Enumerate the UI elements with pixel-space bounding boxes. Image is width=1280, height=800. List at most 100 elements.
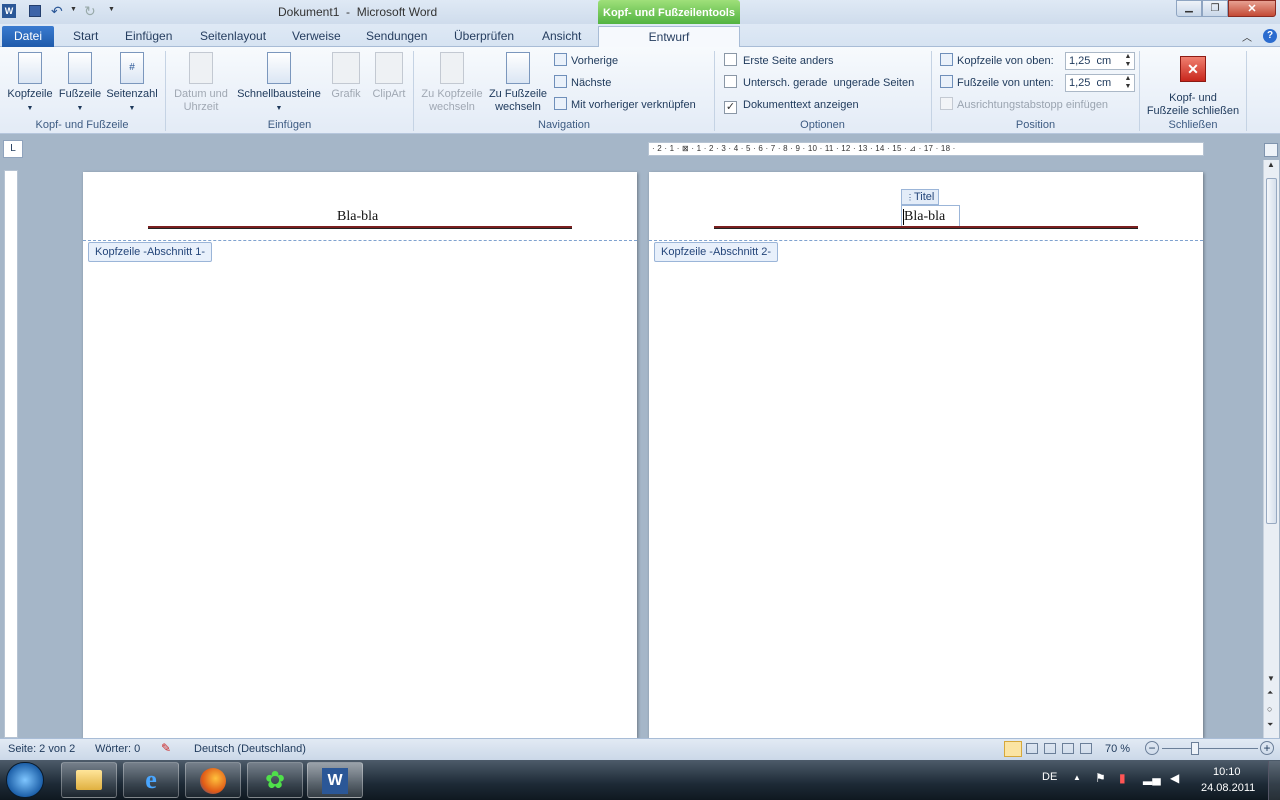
full-screen-icon[interactable] xyxy=(1026,743,1038,754)
gerade-ungerade-checkbox[interactable]: Untersch. gerade ungerade Seiten xyxy=(724,75,914,91)
tab-seitenlayout[interactable]: Seitenlayout xyxy=(200,29,266,43)
maximize-button[interactable]: ❐ xyxy=(1202,0,1228,17)
previous-page-icon[interactable]: ⏶ xyxy=(1267,688,1273,698)
ausrichtungstabstopp-button[interactable]: Ausrichtungstabstopp einfügen xyxy=(940,97,1108,113)
action-center-flag-icon[interactable]: ⚑ xyxy=(1095,771,1106,785)
word-count[interactable]: Wörter: 0 xyxy=(95,743,140,755)
tab-verweise[interactable]: Verweise xyxy=(292,29,341,43)
page-count[interactable]: Seite: 2 von 2 xyxy=(8,743,75,755)
start-button[interactable] xyxy=(6,762,44,798)
tab-sendungen[interactable]: Sendungen xyxy=(366,29,427,43)
chevron-up-icon[interactable]: ︿ xyxy=(1242,29,1252,44)
show-desktop-button[interactable] xyxy=(1268,761,1280,800)
schnellbausteine-button[interactable]: Schnellbausteine ▼ xyxy=(234,52,324,115)
naechste-button[interactable]: Nächste xyxy=(554,75,611,91)
kopfzeile-button[interactable]: Kopfzeile ▼ xyxy=(6,52,54,115)
content-control-tag[interactable]: ⋮Titel xyxy=(901,189,940,205)
zoom-level[interactable]: 70 % xyxy=(1105,743,1130,755)
context-tools-header: Kopf- und Fußzeilentools xyxy=(598,0,740,26)
next-icon xyxy=(554,75,567,88)
vertical-ruler[interactable] xyxy=(4,170,18,738)
clock-time[interactable]: 10:10 xyxy=(1213,766,1241,778)
web-layout-icon[interactable] xyxy=(1044,743,1056,754)
volume-icon[interactable]: ◀ xyxy=(1170,771,1179,785)
checkbox-icon xyxy=(724,53,737,66)
keyboard-language[interactable]: DE xyxy=(1042,771,1057,783)
word-app-icon[interactable]: W xyxy=(2,4,16,18)
mit-vorheriger-verknuepfen-button[interactable]: Mit vorheriger verknüpfen xyxy=(554,97,696,113)
quick-parts-icon xyxy=(267,52,291,84)
header-text[interactable]: Bla-bla xyxy=(337,209,378,225)
kopfzeile-von-oben-input[interactable]: 1,25 cm ▲ ▼ xyxy=(1065,52,1135,70)
tab-selector-icon[interactable]: L xyxy=(3,140,23,158)
header-icon xyxy=(18,52,42,84)
datum-uhrzeit-button[interactable]: Datum und Uhrzeit xyxy=(170,52,232,114)
print-layout-icon[interactable] xyxy=(1004,741,1022,757)
save-icon[interactable] xyxy=(29,5,41,17)
fusszeile-button[interactable]: Fußzeile ▼ xyxy=(58,52,102,115)
tab-datei[interactable]: Datei xyxy=(2,26,54,47)
customize-toolbar-icon[interactable]: ▼ xyxy=(108,6,115,13)
word-taskbar-button[interactable]: W xyxy=(307,762,363,798)
ie-taskbar-button[interactable]: e xyxy=(123,762,179,798)
chevron-down-icon[interactable]: ▼ xyxy=(70,6,77,13)
dokumenttext-anzeigen-checkbox[interactable]: ✓ Dokumenttext anzeigen xyxy=(724,97,859,114)
explorer-taskbar-button[interactable] xyxy=(61,762,117,798)
header-text[interactable]: Bla-bla xyxy=(904,209,945,225)
spinner-arrows-icon[interactable]: ▲ ▼ xyxy=(1122,75,1134,91)
show-hidden-icons-icon[interactable]: ▲ xyxy=(1073,773,1081,782)
tab-ansicht[interactable]: Ansicht xyxy=(542,29,581,43)
firefox-taskbar-button[interactable] xyxy=(185,762,241,798)
kopf-fusszeile-schliessen-button[interactable]: ✕ Kopf- und Fußzeile schließen xyxy=(1144,52,1242,118)
vorherige-button[interactable]: Vorherige xyxy=(554,53,618,69)
close-red-icon: ✕ xyxy=(1180,56,1206,82)
draft-icon[interactable] xyxy=(1080,743,1092,754)
page-2[interactable]: ⋮Titel Bla-bla Kopfzeile -Abschnitt 2- xyxy=(649,172,1203,738)
vertical-scrollbar[interactable]: ▲ ▼ ⏶ ○ ⏷ xyxy=(1263,160,1279,738)
tab-ueberpruefen[interactable]: Überprüfen xyxy=(454,29,514,43)
scrollbar-thumb[interactable] xyxy=(1266,178,1277,524)
tab-einfuegen[interactable]: Einfügen xyxy=(125,29,172,43)
page-1[interactable]: Bla-bla Kopfzeile -Abschnitt 1- xyxy=(83,172,637,738)
section-label: Kopfzeile -Abschnitt 2- xyxy=(654,242,779,262)
scroll-up-icon[interactable]: ▲ xyxy=(1267,160,1275,169)
next-page-icon[interactable]: ⏷ xyxy=(1267,720,1273,730)
checkbox-icon xyxy=(724,75,737,88)
zu-fusszeile-wechseln-button[interactable]: Zu Fußzeile wechseln xyxy=(487,52,549,114)
language-indicator[interactable]: Deutsch (Deutschland) xyxy=(194,743,306,755)
zoom-slider[interactable] xyxy=(1162,748,1258,749)
zoom-in-icon[interactable]: + xyxy=(1260,741,1274,755)
status-bar: Seite: 2 von 2 Wörter: 0 ✎ Deutsch (Deut… xyxy=(0,738,1280,760)
scroll-down-icon[interactable]: ▼ xyxy=(1267,674,1275,683)
view-ruler-icon[interactable] xyxy=(1264,143,1278,157)
fusszeile-von-unten-input[interactable]: 1,25 cm ▲ ▼ xyxy=(1065,74,1135,92)
close-button[interactable]: ✕ xyxy=(1228,0,1276,17)
outline-icon[interactable] xyxy=(1062,743,1074,754)
proofing-icon[interactable]: ✎ xyxy=(161,741,171,755)
previous-icon xyxy=(554,53,567,66)
clock-date[interactable]: 24.08.2011 xyxy=(1201,782,1255,794)
clipart-button[interactable]: ClipArt xyxy=(368,52,410,101)
power-icon[interactable]: ▮ xyxy=(1119,771,1126,785)
zoom-out-icon[interactable]: − xyxy=(1145,741,1159,755)
tab-entwurf[interactable]: Entwurf xyxy=(598,26,740,48)
header-border xyxy=(714,226,1138,229)
network-icon[interactable]: ▂▄ xyxy=(1143,771,1161,785)
icq-taskbar-button[interactable]: ✿ xyxy=(247,762,303,798)
icq-flower-icon: ✿ xyxy=(264,767,286,794)
tab-start[interactable]: Start xyxy=(73,29,98,43)
browse-object-icon[interactable]: ○ xyxy=(1267,704,1272,714)
horizontal-ruler[interactable]: · 2 · 1 · ⊠ · 1 · 2 · 3 · 4 · 5 · 6 · 7 … xyxy=(648,142,1204,156)
footer-icon xyxy=(68,52,92,84)
zoom-slider-thumb[interactable] xyxy=(1191,742,1199,755)
text-cursor xyxy=(903,209,904,225)
help-icon[interactable]: ? xyxy=(1263,29,1277,43)
erste-seite-anders-checkbox[interactable]: Erste Seite anders xyxy=(724,53,834,69)
minimize-button[interactable]: ▁ xyxy=(1176,0,1202,17)
grafik-button[interactable]: Grafik xyxy=(328,52,364,101)
undo-icon[interactable]: ↶ xyxy=(51,3,63,20)
spinner-arrows-icon[interactable]: ▲ ▼ xyxy=(1122,53,1134,69)
seitenzahl-button[interactable]: # Seitenzahl ▼ xyxy=(104,52,160,115)
zu-kopfzeile-wechseln-button[interactable]: Zu Kopfzeile wechseln xyxy=(419,52,485,114)
redo-icon[interactable]: ↻ xyxy=(84,3,96,20)
